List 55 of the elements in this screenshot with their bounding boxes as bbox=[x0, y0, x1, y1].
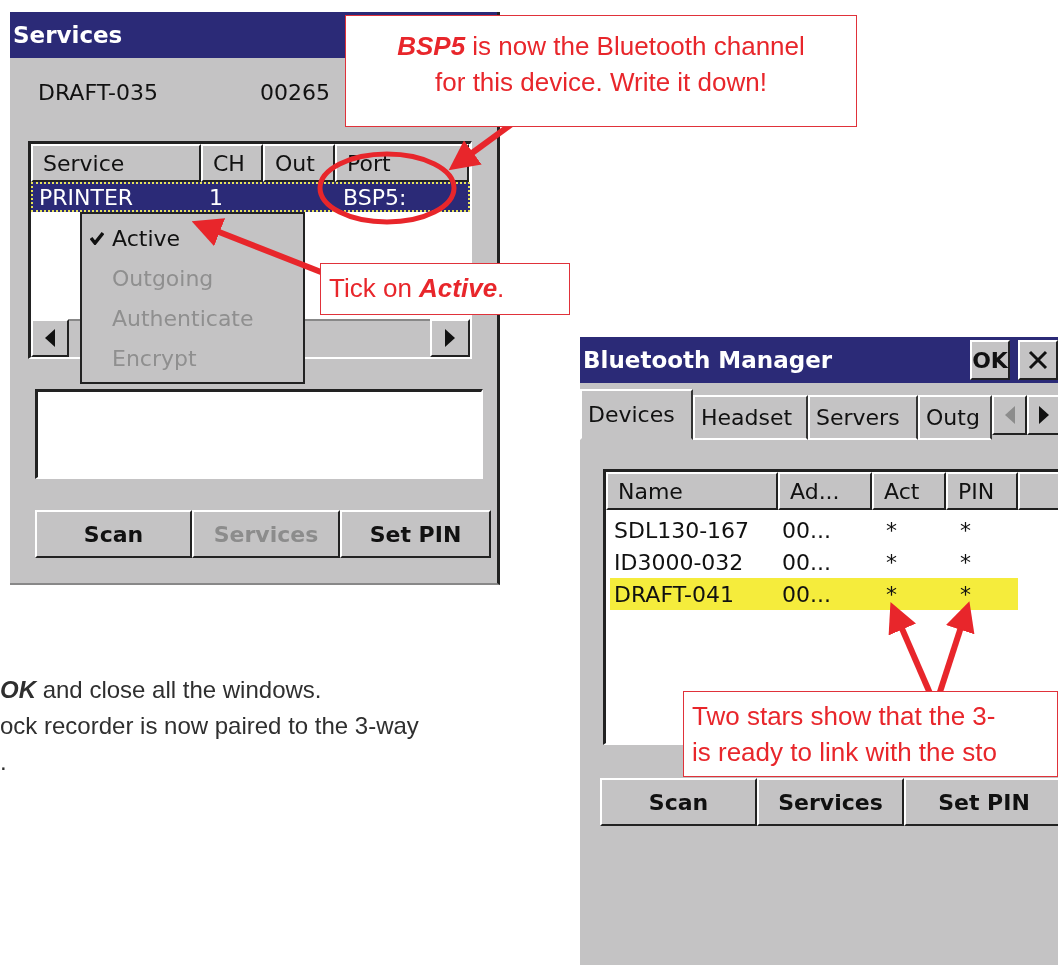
checkmark-icon bbox=[90, 231, 104, 245]
table-cell-text: PRINTER bbox=[38, 183, 135, 212]
scroll-arrow-button[interactable] bbox=[31, 319, 69, 357]
close-icon bbox=[1028, 350, 1048, 370]
action-button[interactable]: Scan bbox=[600, 778, 757, 826]
callout-text: Two stars show that the 3- is ready to link with the sto bbox=[683, 691, 1058, 777]
column-header[interactable] bbox=[1018, 472, 1058, 510]
column-header[interactable]: CH bbox=[201, 144, 263, 182]
tab[interactable]: Headset bbox=[693, 395, 808, 440]
right-arrow-icon bbox=[445, 329, 455, 347]
instruction-text: OK and close all the windows. bbox=[0, 675, 323, 705]
instruction-text: ock recorder is now paired to the 3-way bbox=[0, 711, 419, 741]
column-header[interactable]: Service bbox=[31, 144, 201, 182]
column-header[interactable]: Out bbox=[263, 144, 335, 182]
table-cell-text: * bbox=[959, 549, 972, 577]
device-address: 00265 bbox=[260, 78, 330, 107]
menu-item[interactable]: Active bbox=[82, 218, 303, 258]
action-button[interactable]: Set PIN bbox=[904, 778, 1058, 826]
tab[interactable]: Outg bbox=[918, 395, 992, 440]
column-header[interactable]: Act bbox=[872, 472, 946, 510]
list-row[interactable]: PRINTER 1 BSP5: bbox=[31, 182, 470, 212]
left-arrow-icon bbox=[1004, 406, 1015, 424]
window-title: Bluetooth Manager bbox=[583, 345, 834, 375]
table-cell-text: BSP5: bbox=[342, 183, 408, 212]
tab[interactable]: Devices bbox=[580, 389, 693, 440]
action-button[interactable]: Services bbox=[757, 778, 904, 826]
table-cell-text: * bbox=[885, 517, 898, 545]
table-cell-text: 1 bbox=[208, 183, 224, 212]
callout-text: Tick on Active. bbox=[320, 263, 570, 315]
action-button[interactable]: Set PIN bbox=[340, 510, 491, 558]
table-cell-text: SDL130-167 bbox=[613, 516, 751, 545]
table-cell-text: DRAFT-041 bbox=[613, 580, 735, 609]
table-cell-text: 00... bbox=[781, 516, 832, 545]
right-arrow-icon bbox=[1039, 406, 1049, 424]
table-cell-text: ID3000-032 bbox=[613, 548, 745, 577]
table-cell-text: * bbox=[959, 517, 972, 545]
scroll-arrow-button[interactable] bbox=[1027, 395, 1058, 435]
column-header[interactable]: Ad... bbox=[778, 472, 872, 510]
scroll-arrow-button[interactable] bbox=[992, 395, 1027, 435]
action-button[interactable]: Scan bbox=[35, 510, 192, 558]
column-header[interactable]: PIN bbox=[946, 472, 1018, 510]
table-cell-text: * bbox=[885, 549, 898, 577]
device-name: DRAFT-035 bbox=[38, 78, 158, 107]
close-button[interactable] bbox=[1018, 340, 1058, 380]
table-cell-text: * bbox=[885, 581, 898, 609]
callout-text: BSP5 is now the Bluetooth channel for this device. Write it down! bbox=[345, 15, 857, 127]
table-cell-text: 00... bbox=[781, 548, 832, 577]
scroll-arrow-button[interactable] bbox=[430, 319, 470, 357]
table-cell-text: 00... bbox=[781, 580, 832, 609]
instruction-text: . bbox=[0, 747, 8, 777]
column-header[interactable]: Name bbox=[606, 472, 778, 510]
tab[interactable]: Servers bbox=[808, 395, 918, 440]
ok-button[interactable]: OK bbox=[970, 340, 1010, 380]
left-arrow-icon bbox=[45, 329, 55, 347]
table-cell-text: * bbox=[959, 581, 972, 609]
